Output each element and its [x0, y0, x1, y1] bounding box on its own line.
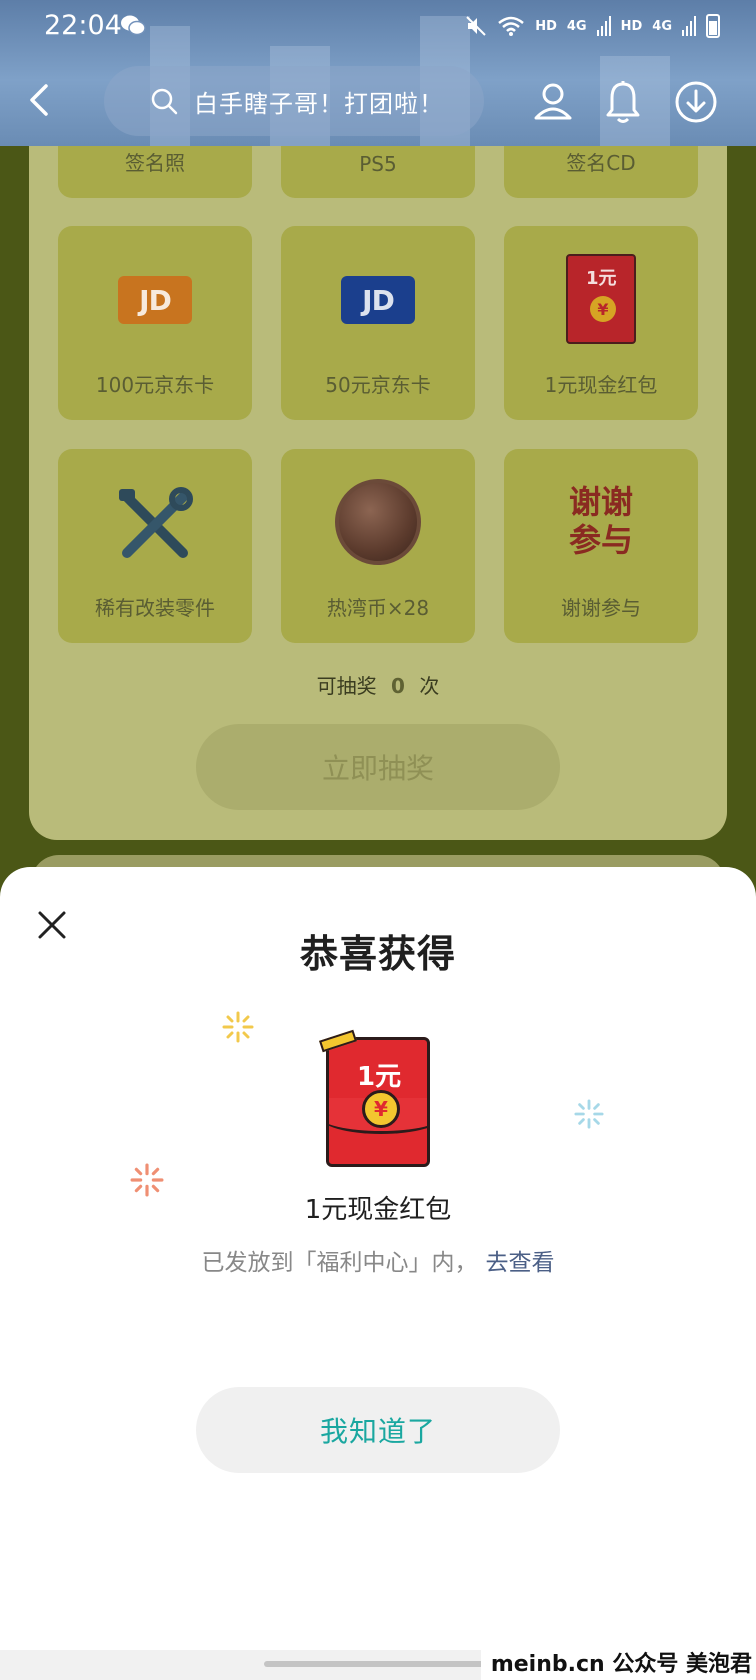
- prize-cell-thanks[interactable]: 谢谢 参与 谢谢参与: [504, 449, 698, 643]
- red-packet-icon: 1元 ¥: [566, 254, 636, 344]
- home-indicator[interactable]: [264, 1661, 492, 1667]
- battery-icon: [706, 14, 720, 38]
- prize-label: 稀有改装零件: [95, 596, 215, 620]
- search-text: 白手瞎子哥！打团啦！: [194, 89, 444, 118]
- draw-now-button[interactable]: 立即抽奖: [196, 724, 560, 810]
- signal-icon: [682, 16, 696, 36]
- thanks-icon: 谢谢 参与: [561, 483, 641, 563]
- prize-label: 1元现金红包: [544, 373, 658, 397]
- prize-cell-coins[interactable]: 热湾币×28: [281, 449, 475, 643]
- prize-modal: 恭喜获得 1元 ¥ 1元现金红包 已发放到「福利中心」内， 去查看 我知道了: [0, 867, 756, 1680]
- prize-cell-red-packet[interactable]: 1元 ¥ 1元现金红包: [504, 226, 698, 420]
- wechat-icon: [121, 15, 146, 36]
- tools-icon: [119, 487, 193, 558]
- prize-cell-parts[interactable]: 稀有改装零件: [58, 449, 252, 643]
- status-indicators: HD 4G HD 4G: [465, 14, 720, 38]
- search-icon: [151, 88, 178, 115]
- red-packet-amount: 1元: [586, 268, 617, 289]
- coin-icon: [335, 479, 421, 565]
- jd-card-blue-icon: JD: [341, 276, 415, 324]
- prize-cell-jd-100[interactable]: JD 100元京东卡: [58, 226, 252, 420]
- jd-card-orange-icon: JD: [118, 276, 192, 324]
- bell-icon[interactable]: [604, 80, 642, 124]
- acknowledge-button[interactable]: 我知道了: [196, 1387, 560, 1473]
- prize-description: 已发放到「福利中心」内， 去查看: [0, 1243, 756, 1277]
- network-label: HD: [620, 18, 643, 34]
- thanks-icon-line-1: 谢谢: [568, 483, 633, 521]
- red-packet-icon: 1元 ¥: [326, 1037, 430, 1167]
- search-input[interactable]: 白手瞎子哥！打团啦！: [104, 66, 484, 136]
- prize-label: 50元京东卡: [325, 373, 431, 397]
- network-label: HD: [535, 18, 557, 34]
- network-label: 4G: [566, 18, 587, 34]
- prize-cell-jd-50[interactable]: JD 50元京东卡: [281, 226, 475, 420]
- user-icon[interactable]: [532, 80, 574, 122]
- draw-count-prefix: 可抽奖: [316, 674, 377, 698]
- wifi-icon: [498, 16, 525, 36]
- status-bar: 22:04 HD 4G HD 4G: [0, 0, 756, 52]
- network-label: 4G: [652, 18, 672, 34]
- prize-label: 签名照: [125, 151, 185, 175]
- draw-count-number: 0: [391, 674, 405, 698]
- header: 22:04 HD 4G HD 4G 白手瞎子哥！打团啦！: [0, 0, 756, 146]
- modal-title: 恭喜获得: [299, 932, 456, 976]
- watermark: meinb.cn 公众号 美泡君: [480, 1644, 756, 1680]
- status-time: 22:04: [44, 10, 122, 41]
- signal-icon: [596, 16, 611, 36]
- prize-label: 谢谢参与: [561, 596, 641, 620]
- prize-label: PS5: [359, 152, 397, 176]
- prize-label: 签名CD: [566, 151, 636, 175]
- yen-icon: ¥: [362, 1090, 400, 1128]
- sparkle-icon: [574, 1099, 604, 1129]
- prize-label: 热湾币×28: [326, 596, 430, 620]
- yen-icon: ¥: [590, 296, 616, 322]
- download-icon[interactable]: [674, 80, 718, 124]
- prize-label: 100元京东卡: [95, 373, 215, 397]
- red-packet-amount: 1元: [357, 1062, 402, 1092]
- draw-count-suffix: 次: [419, 674, 440, 698]
- prize-grid: 签名照 PS5 签名CD JD 100元京东卡 JD 50元京东卡 1元 ¥ 1…: [58, 100, 698, 643]
- mute-icon: [466, 16, 486, 36]
- prize-description-text: 已发放到「福利中心」内，: [201, 1250, 478, 1276]
- sparkle-icon: [222, 1011, 254, 1043]
- back-icon[interactable]: [24, 80, 54, 120]
- draw-count: 可抽奖 0 次: [0, 670, 756, 699]
- view-link[interactable]: 去查看: [486, 1250, 555, 1276]
- thanks-icon-line-2: 参与: [568, 521, 633, 559]
- prize-name: 1元现金红包: [304, 1195, 452, 1225]
